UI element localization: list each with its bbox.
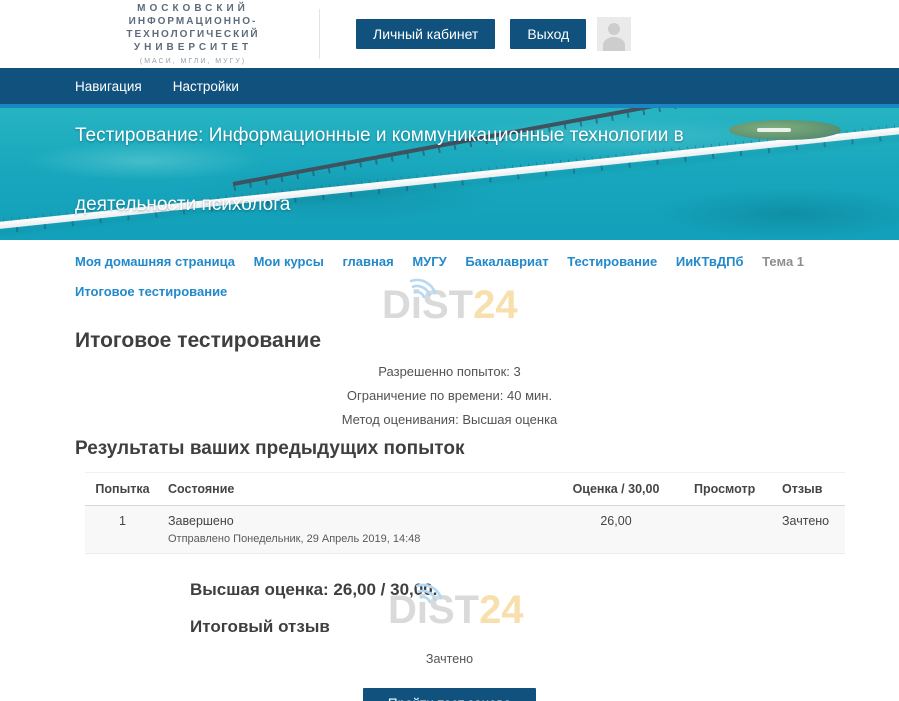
breadcrumb-row2: Итоговое тестирование [75, 283, 844, 301]
final-feedback-value: Зачтено [0, 652, 899, 666]
page-header: МОСКОВСКИЙ ИНФОРМАЦИОННО-ТЕХНОЛОГИЧЕСКИЙ… [0, 0, 899, 68]
reattempt-button[interactable]: Пройти тест заново [363, 688, 536, 701]
breadcrumb-topic1: Тема 1 [762, 253, 804, 271]
breadcrumb-main[interactable]: главная [342, 253, 393, 271]
breadcrumb-my-home[interactable]: Моя домашняя страница [75, 253, 235, 271]
university-logo[interactable]: МОСКОВСКИЙ ИНФОРМАЦИОННО-ТЕХНОЛОГИЧЕСКИЙ… [73, 2, 313, 67]
breadcrumb-row1: Моя домашняя страница Мои курсы главная … [75, 253, 844, 271]
breadcrumb-testing[interactable]: Тестирование [567, 253, 657, 271]
island-graphic [729, 120, 841, 140]
breadcrumb: Моя домашняя страница Мои курсы главная … [0, 240, 899, 301]
best-grade-text: Высшая оценка: 26,00 / 30,00. [190, 580, 899, 600]
col-header-feedback: Отзыв [774, 473, 845, 506]
final-feedback-heading: Итоговый отзыв [190, 617, 899, 637]
logo-divider [319, 9, 320, 59]
breadcrumb-final-test[interactable]: Итоговое тестирование [75, 283, 227, 301]
time-limit: Ограничение по времени: 40 мин. [0, 388, 899, 403]
col-header-grade: Оценка / 30,00 [546, 473, 686, 506]
cell-feedback: Зачтено [774, 506, 845, 554]
cell-review [686, 506, 774, 554]
user-avatar[interactable] [597, 17, 631, 51]
cell-state: Завершено Отправлено Понедельник, 29 Апр… [160, 506, 546, 554]
main-navbar: Навигация Настройки [0, 68, 899, 108]
table-header-row: Попытка Состояние Оценка / 30,00 Просмот… [85, 473, 845, 506]
course-banner: Тестирование: Информационные и коммуника… [0, 108, 899, 240]
results-heading: Результаты ваших предыдущих попыток [75, 438, 899, 460]
breadcrumb-course-code[interactable]: ИиКТвДПб [676, 253, 744, 271]
reattempt-wrap: Пройти тест заново [0, 688, 899, 701]
cell-attempt: 1 [85, 506, 160, 554]
grading-method: Метод оценивания: Высшая оценка [0, 412, 899, 427]
course-title-line2: деятельности психолога [75, 194, 290, 216]
col-header-attempt: Попытка [85, 473, 160, 506]
account-button[interactable]: Личный кабинет [356, 19, 495, 49]
logo-line: ИНФОРМАЦИОННО-ТЕХНОЛОГИЧЕСКИЙ [73, 15, 313, 41]
quiz-title: Итоговое тестирование [75, 329, 899, 353]
state-text: Завершено [168, 514, 538, 528]
course-title-line1: Тестирование: Информационные и коммуника… [75, 125, 684, 147]
table-row: 1 Завершено Отправлено Понедельник, 29 А… [85, 506, 845, 554]
attempts-table: Попытка Состояние Оценка / 30,00 Просмот… [85, 472, 845, 554]
breadcrumb-mugu[interactable]: МУГУ [412, 253, 446, 271]
logo-line: МОСКОВСКИЙ [73, 2, 313, 15]
header-actions: Личный кабинет Выход [356, 17, 631, 51]
attempts-allowed: Разрешенно попыток: 3 [0, 364, 899, 379]
breadcrumb-my-courses[interactable]: Мои курсы [254, 253, 324, 271]
quiz-info: Разрешенно попыток: 3 Ограничение по вре… [0, 364, 899, 427]
nav-item-navigation[interactable]: Навигация [75, 79, 142, 94]
col-header-state: Состояние [160, 473, 546, 506]
logout-button[interactable]: Выход [510, 19, 586, 49]
main-content: DiST24 Моя домашняя страница Мои курсы г… [0, 240, 899, 701]
col-header-review: Просмотр [686, 473, 774, 506]
nav-item-settings[interactable]: Настройки [173, 79, 239, 94]
breadcrumb-bachelor[interactable]: Бакалавриат [465, 253, 548, 271]
logo-line: УНИВЕРСИТЕТ [73, 41, 313, 54]
cell-grade: 26,00 [546, 506, 686, 554]
logo-subline: (МАСИ, МГЛИ, МУГУ) [73, 56, 313, 67]
state-submitted: Отправлено Понедельник, 29 Апрель 2019, … [168, 533, 538, 545]
